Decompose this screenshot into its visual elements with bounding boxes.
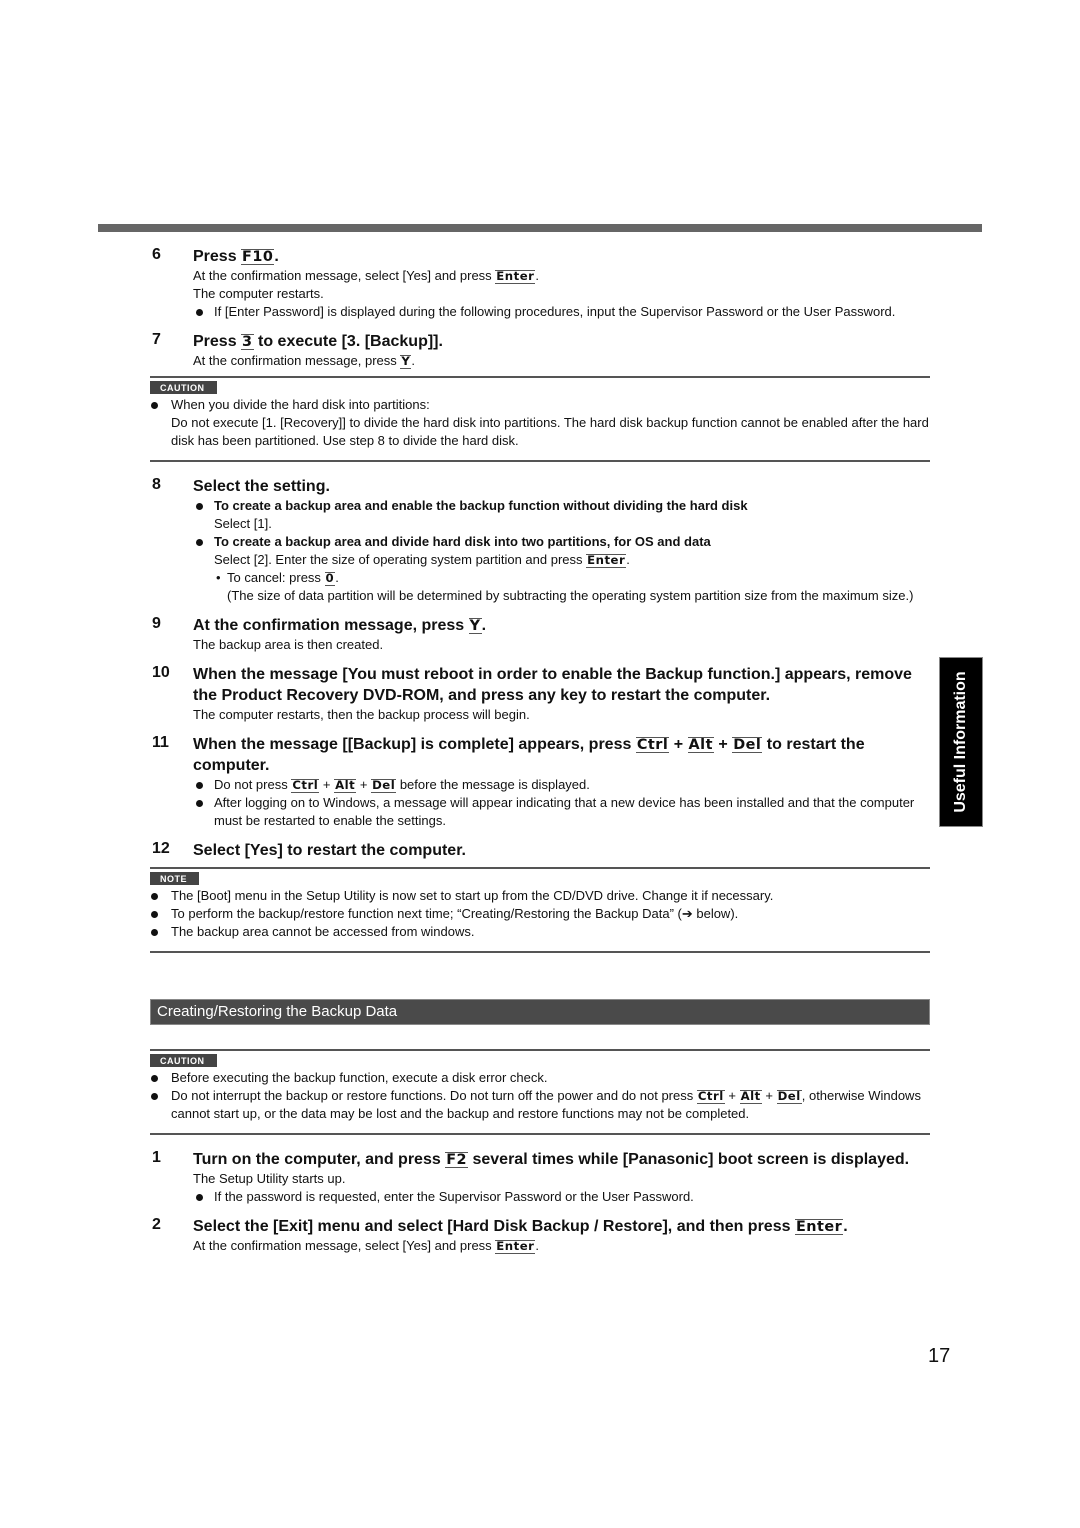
restore-step-1: 1 Turn on the computer, and press F2 sev…	[150, 1149, 930, 1206]
manual-page-content: 6 Press F10. At the confirmation message…	[150, 246, 930, 1255]
bullet-icon	[151, 402, 158, 409]
bullet-icon	[151, 1075, 158, 1082]
step-body: At the confirmation message, select [Yes…	[193, 268, 540, 284]
bullet-icon	[151, 893, 158, 900]
key-enter: Enter	[495, 269, 536, 284]
step-title: At the confirmation message, press Y.	[193, 617, 487, 635]
step-body: The backup area is then created.	[193, 637, 384, 652]
step-6: 6 Press F10. At the confirmation message…	[150, 246, 930, 321]
step-number: 1	[152, 1149, 161, 1166]
step-10: 10 When the message [You must reboot in …	[150, 664, 930, 724]
key-alt: Alt	[334, 778, 357, 793]
step-number: 10	[152, 664, 170, 681]
bullet-item: After logging on to Windows, a message w…	[193, 794, 930, 830]
key-ctrl: Ctrl	[635, 737, 670, 754]
bullet-item: If [Enter Password] is displayed during …	[193, 303, 930, 321]
step-8: 8 Select the setting. To create a backup…	[150, 476, 930, 605]
step-body: The computer restarts.	[193, 286, 324, 301]
step-7: 7 Press 3 to execute [3. [Backup]]. At t…	[150, 331, 930, 370]
bullet-icon	[196, 782, 203, 789]
bullet-item: Before executing the backup function, ex…	[150, 1069, 930, 1087]
key-f10: F10	[241, 249, 275, 266]
step-title: Select [Yes] to restart the computer.	[193, 842, 466, 859]
bullet-item: The [Boot] menu in the Setup Utility is …	[150, 887, 930, 905]
step-number: 11	[152, 734, 169, 751]
restore-step-2: 2 Select the [Exit] menu and select [Har…	[150, 1216, 930, 1255]
bullet-item: If the password is requested, enter the …	[193, 1188, 930, 1206]
step-title: Press 3 to execute [3. [Backup]].	[193, 333, 443, 351]
step-number: 6	[152, 246, 161, 263]
sub-bullet: • To cancel: press 0. (The size of data pa…	[216, 570, 914, 603]
key-alt: Alt	[687, 737, 714, 754]
note-box: NOTE The [Boot] menu in the Setup Utilit…	[150, 867, 930, 953]
caution-tag: CAUTION	[150, 381, 217, 394]
key-ctrl: Ctrl	[696, 1089, 725, 1104]
bullet-icon	[196, 1194, 203, 1201]
caution-box: CAUTION Before executing the backup func…	[150, 1049, 930, 1135]
option-1: To create a backup area and enable the b…	[193, 497, 930, 533]
bullet-icon	[196, 539, 203, 546]
bullet-item: The backup area cannot be accessed from …	[150, 923, 930, 941]
key-ctrl: Ctrl	[291, 778, 320, 793]
bullet-icon	[196, 309, 203, 316]
step-title: Press F10.	[193, 248, 279, 266]
bullet-icon	[151, 911, 158, 918]
step-body: At the confirmation message, select [Yes…	[193, 1238, 540, 1254]
key-y: Y	[400, 354, 412, 369]
key-alt: Alt	[739, 1089, 762, 1104]
step-number: 7	[152, 331, 161, 348]
caution-tag: CAUTION	[150, 1054, 217, 1067]
bullet-item: Do not press Ctrl + Alt + Del before the…	[193, 776, 930, 794]
key-del: Del	[371, 778, 397, 793]
step-title: Select the setting.	[193, 478, 330, 495]
step-11: 11 When the message [[Backup] is complet…	[150, 734, 930, 830]
key-f2: F2	[445, 1152, 469, 1169]
step-body: At the confirmation message, press Y.	[193, 353, 415, 369]
note-tag: NOTE	[150, 872, 200, 885]
bullet-item: When you divide the hard disk into parti…	[150, 396, 930, 450]
chapter-tab: Useful Information	[939, 657, 983, 827]
step-number: 8	[152, 476, 161, 493]
section-heading: Creating/Restoring the Backup Data	[150, 999, 930, 1025]
caution-box: CAUTION When you divide the hard disk in…	[150, 376, 930, 462]
bullet-icon	[196, 800, 203, 807]
step-body: The Setup Utility starts up.	[193, 1171, 346, 1186]
bullet-icon	[196, 503, 203, 510]
bullet-icon	[151, 1093, 158, 1100]
step-title: Select the [Exit] menu and select [Hard …	[193, 1218, 848, 1236]
step-title: When the message [You must reboot in ord…	[193, 666, 912, 704]
key-enter: Enter	[794, 1219, 844, 1236]
step-number: 9	[152, 615, 161, 632]
key-enter: Enter	[586, 553, 627, 568]
option-2: To create a backup area and divide hard …	[193, 533, 930, 605]
step-body: The computer restarts, then the backup p…	[193, 707, 530, 722]
top-rule	[98, 224, 982, 232]
key-del: Del	[732, 737, 763, 754]
key-y: Y	[468, 618, 482, 635]
bullet-item: To perform the backup/restore function n…	[150, 905, 930, 923]
step-title: Turn on the computer, and press F2 sever…	[193, 1151, 910, 1169]
key-0: 0	[324, 571, 336, 586]
key-del: Del	[776, 1089, 802, 1104]
step-title: When the message [[Backup] is complete] …	[193, 736, 865, 774]
bullet-item: Do not interrupt the backup or restore f…	[150, 1087, 930, 1123]
bullet-icon	[151, 929, 158, 936]
step-number: 2	[152, 1216, 161, 1233]
page-number: 17	[928, 1345, 951, 1367]
key-3: 3	[241, 334, 254, 351]
step-9: 9 At the confirmation message, press Y. …	[150, 615, 930, 654]
step-number: 12	[152, 840, 170, 857]
key-enter: Enter	[495, 1239, 536, 1254]
step-12: 12 Select [Yes] to restart the computer.	[150, 840, 930, 861]
